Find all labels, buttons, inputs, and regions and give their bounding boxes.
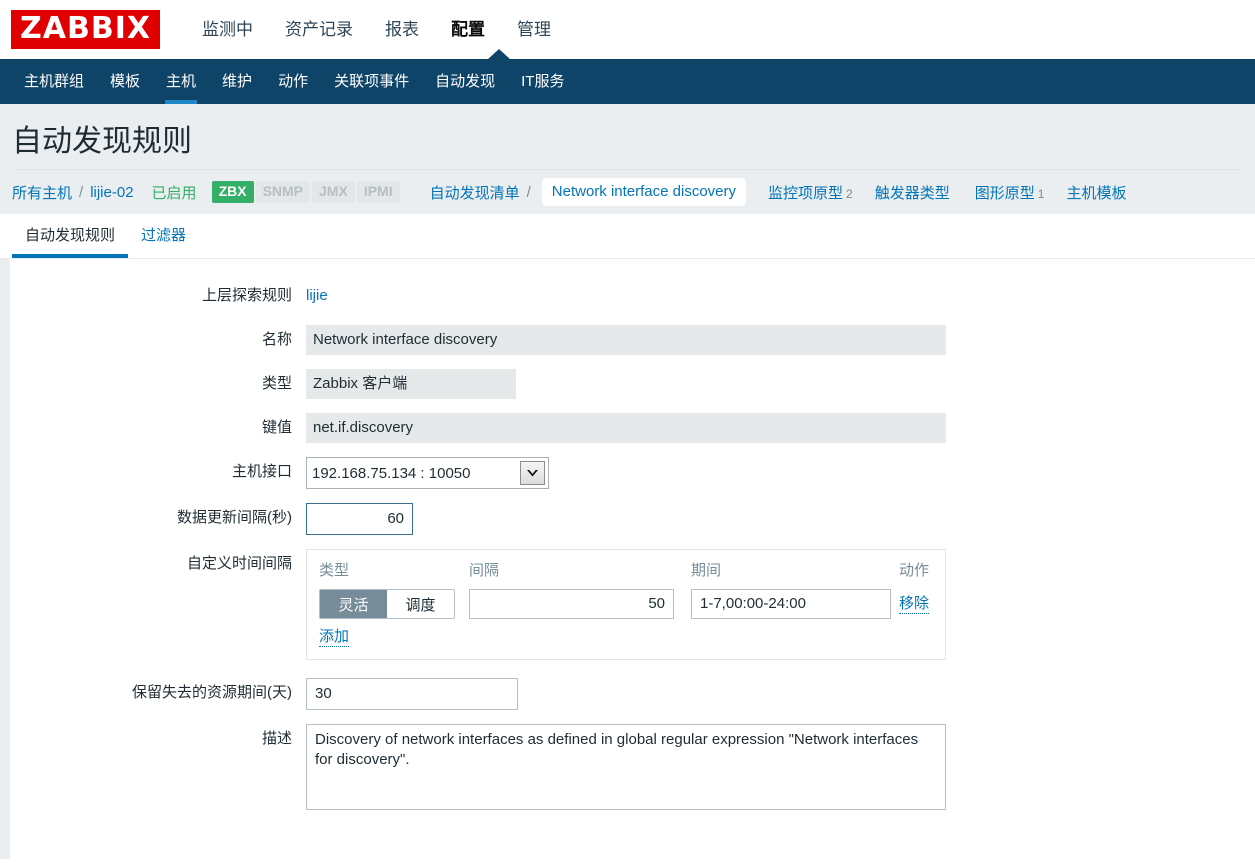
field-custom-intervals: 自定义时间间隔 类型 间隔 期间 动作 灵活 调度 50 1-7,00:00-2… — [10, 549, 1255, 660]
sidebar-item-maintenance[interactable]: 维护 — [209, 59, 265, 104]
toggle-scheduling[interactable]: 调度 — [387, 590, 454, 618]
link-item-prototypes-label: 监控项原型 — [768, 184, 844, 202]
field-update-interval: 数据更新间隔(秒) 60 — [10, 503, 1255, 535]
name-label: 名称 — [261, 331, 292, 348]
parent-discovery-rule-link[interactable]: lijie — [306, 287, 328, 304]
badge-ipmi[interactable]: IPMI — [356, 181, 400, 203]
interface-badges: ZBX SNMP JMX IPMI — [211, 181, 402, 203]
sidebar-item-templates[interactable]: 模板 — [97, 59, 153, 104]
col-header-type: 类型 — [319, 562, 350, 579]
interval-type-toggle[interactable]: 灵活 调度 — [319, 589, 455, 619]
link-graph-prototypes-count: 1 — [1037, 186, 1045, 201]
link-item-prototypes-count: 2 — [846, 186, 853, 201]
page-header: 自动发现规则 — [0, 104, 1255, 170]
chevron-down-icon[interactable] — [520, 461, 545, 485]
toggle-flexible[interactable]: 灵活 — [320, 590, 387, 618]
sidebar-item-discovery[interactable]: 自动发现 — [422, 59, 508, 104]
badge-jmx[interactable]: JMX — [312, 181, 355, 203]
keep-lost-resources-label: 保留失去的资源期间(天) — [132, 684, 292, 701]
tab-discovery-rule[interactable]: 自动发现规则 — [12, 224, 129, 258]
col-header-action: 动作 — [899, 562, 930, 579]
update-interval-input[interactable]: 60 — [306, 503, 413, 535]
badge-zbx[interactable]: ZBX — [211, 181, 254, 203]
field-type: 类型 Zabbix 客户端 — [10, 369, 1255, 399]
custom-intervals-table: 类型 间隔 期间 动作 灵活 调度 50 1-7,00:00-24:00 移除 … — [306, 549, 946, 660]
table-row-action-cell: 移除 — [899, 595, 933, 614]
host-interface-label: 主机接口 — [231, 463, 292, 480]
breadcrumb-host[interactable]: lijie-02 — [90, 184, 133, 201]
host-interface-value: 192.168.75.134 : 10050 — [312, 464, 471, 482]
sidebar-item-hosts[interactable]: 主机 — [153, 59, 209, 104]
interval-input[interactable]: 50 — [469, 589, 674, 619]
link-graph-prototypes-label: 图形原型 — [974, 184, 1035, 202]
breadcrumb-separator-1: / — [79, 183, 84, 201]
breadcrumb: 所有主机 / lijie-02 已启用 ZBX SNMP JMX IPMI 自动… — [0, 170, 1255, 214]
sidebar-item-host-groups[interactable]: 主机群组 — [11, 59, 97, 104]
badge-snmp[interactable]: SNMP — [255, 181, 311, 203]
description-label: 描述 — [261, 730, 292, 747]
col-header-interval: 间隔 — [469, 562, 500, 579]
link-trigger-prototypes-label: 触发器类型 — [874, 184, 950, 202]
form-tabs: 自动发现规则 过滤器 — [10, 214, 1255, 258]
col-header-period: 期间 — [691, 562, 722, 579]
table-row-interval-cell: 50 — [469, 589, 691, 619]
parent-discovery-rule-label: 上层探索规则 — [201, 287, 292, 304]
custom-intervals-label: 自定义时间间隔 — [186, 555, 292, 572]
sub-menu: 主机群组 模板 主机 维护 动作 关联项事件 自动发现 IT服务 — [0, 49, 1255, 104]
page-title: 自动发现规则 — [12, 125, 192, 158]
table-row-type-cell: 灵活 调度 — [319, 589, 469, 619]
custom-intervals-grid: 类型 间隔 期间 动作 灵活 调度 50 1-7,00:00-24:00 移除 — [319, 560, 933, 619]
tab-filters[interactable]: 过滤器 — [128, 224, 199, 258]
breadcrumb-separator-2: / — [526, 183, 531, 201]
table-row-period-cell: 1-7,00:00-24:00 — [691, 589, 899, 619]
breadcrumb-discovery-group: 自动发现清单 / Network interface discovery — [430, 178, 747, 206]
link-item-prototypes[interactable]: 监控项原型 2 — [768, 182, 853, 203]
field-key: 键值 net.if.discovery — [10, 413, 1255, 443]
description-textarea[interactable]: Discovery of network interfaces as defin… — [306, 724, 946, 810]
form-tabs-bar: 自动发现规则 过滤器 — [0, 214, 1255, 259]
key-field[interactable]: net.if.discovery — [306, 413, 946, 443]
field-description: 描述 Discovery of network interfaces as de… — [10, 724, 1255, 810]
breadcrumb-all-hosts[interactable]: 所有主机 — [12, 182, 72, 203]
name-field[interactable]: Network interface discovery — [306, 325, 946, 355]
sidebar-item-event-correlation[interactable]: 关联项事件 — [321, 59, 422, 104]
field-keep-lost-resources: 保留失去的资源期间(天) 30 — [10, 678, 1255, 710]
link-trigger-prototypes[interactable]: 触发器类型 — [875, 182, 953, 203]
link-graph-prototypes[interactable]: 图形原型 1 — [975, 182, 1045, 203]
discovery-rule-form: 上层探索规则 lijie 名称 Network interface discov… — [0, 259, 1255, 859]
main-menu-item-inventory[interactable]: 资产记录 — [269, 0, 369, 59]
field-host-interface: 主机接口 192.168.75.134 : 10050 — [10, 457, 1255, 489]
status-badge: 已启用 — [151, 184, 197, 202]
field-parent-discovery-rule: 上层探索规则 lijie — [10, 281, 1255, 311]
add-interval-row: 添加 — [319, 628, 933, 647]
link-host-prototypes[interactable]: 主机模板 — [1066, 182, 1126, 203]
top-header: ZABBIX 监测中 资产记录 报表 配置 管理 — [0, 0, 1255, 59]
main-menu-item-reports[interactable]: 报表 — [369, 0, 435, 59]
host-interface-select[interactable]: 192.168.75.134 : 10050 — [306, 457, 549, 489]
add-interval-button[interactable]: 添加 — [319, 628, 350, 647]
sidebar-item-it-services[interactable]: IT服务 — [508, 59, 577, 104]
type-label: 类型 — [261, 375, 292, 392]
link-host-prototypes-label: 主机模板 — [1066, 184, 1127, 202]
key-label: 键值 — [261, 419, 292, 436]
keep-lost-resources-input[interactable]: 30 — [306, 678, 518, 710]
main-menu-item-monitoring[interactable]: 监测中 — [186, 0, 269, 59]
sidebar-item-actions[interactable]: 动作 — [265, 59, 321, 104]
update-interval-label: 数据更新间隔(秒) — [177, 509, 292, 526]
breadcrumb-current-rule[interactable]: Network interface discovery — [541, 178, 747, 206]
remove-interval-button[interactable]: 移除 — [899, 595, 930, 614]
period-input[interactable]: 1-7,00:00-24:00 — [691, 589, 891, 619]
zabbix-logo[interactable]: ZABBIX — [11, 10, 160, 49]
type-field[interactable]: Zabbix 客户端 — [306, 369, 516, 399]
breadcrumb-discovery-list[interactable]: 自动发现清单 — [430, 182, 520, 203]
field-name: 名称 Network interface discovery — [10, 325, 1255, 355]
